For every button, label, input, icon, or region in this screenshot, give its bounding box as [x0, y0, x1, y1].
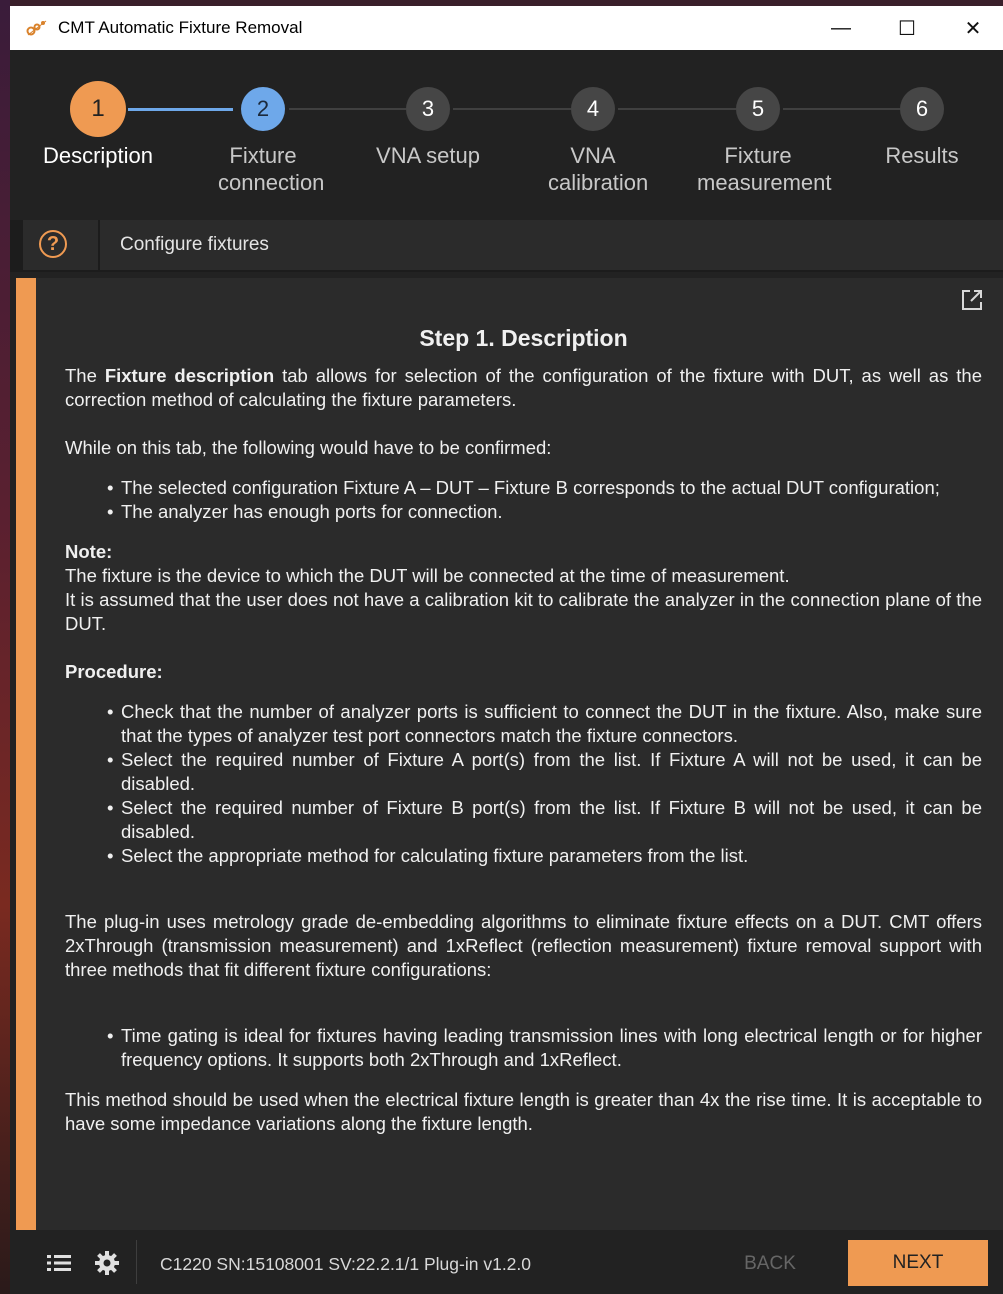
hint-title-box: Configure fixtures	[100, 220, 1003, 270]
step-3-circle[interactable]: 3	[406, 87, 450, 131]
title-bar: CMT Automatic Fixture Removal — ☐ ✕	[10, 6, 1003, 50]
description-document: Step 1. Description The Fixture descript…	[65, 326, 982, 1160]
step-1-label[interactable]: Description	[13, 142, 183, 169]
step-6-label[interactable]: Results	[837, 142, 1003, 169]
doc-heading: Step 1. Description	[419, 325, 628, 351]
gear-icon[interactable]	[94, 1250, 120, 1276]
step-2-label[interactable]: Fixture connection	[178, 142, 348, 196]
app-window: CMT Automatic Fixture Removal — ☐ ✕ 1 2 …	[10, 6, 1003, 1294]
step-connector-5-6	[783, 108, 900, 110]
help-button[interactable]: ?	[23, 220, 98, 270]
list-item: The selected configuration Fixture A – D…	[107, 476, 982, 500]
step-connector-3-4	[453, 108, 571, 110]
hint-bar: ? Configure fixtures	[10, 220, 1003, 272]
next-button[interactable]: NEXT	[848, 1240, 988, 1286]
confirm-lead: While on this tab, the following would h…	[65, 437, 552, 458]
confirm-list: The selected configuration Fixture A – D…	[65, 476, 982, 524]
accent-bar	[16, 278, 36, 1230]
step-connector-1-2	[128, 108, 233, 111]
footer-bar: C1220 SN:15108001 SV:22.2.1/1 Plug-in v1…	[10, 1230, 1003, 1294]
intro-bold: Fixture description	[104, 365, 275, 386]
device-info: C1220 SN:15108001 SV:22.2.1/1 Plug-in v1…	[160, 1254, 532, 1274]
step-connector-2-3	[289, 108, 406, 110]
procedure-list: Check that the number of analyzer ports …	[65, 700, 982, 868]
desktop-background	[0, 0, 10, 1294]
list-item: Select the required number of Fixture B …	[107, 796, 982, 844]
close-button[interactable]: ✕	[941, 6, 1003, 50]
maximize-button[interactable]: ☐	[875, 6, 939, 50]
list-menu-icon[interactable]	[46, 1250, 72, 1276]
procedure-title: Procedure:	[65, 661, 163, 682]
minimize-button[interactable]: —	[809, 6, 873, 50]
note-line-1: The fixture is the device to which the D…	[65, 565, 790, 586]
footer-separator	[136, 1240, 137, 1284]
step-4-circle[interactable]: 4	[571, 87, 615, 131]
wizard-steps: 1 2 3 4 5 6 Description Fixture connecti…	[10, 50, 1003, 220]
step-3-label[interactable]: VNA setup	[343, 142, 513, 169]
gating-list: Time gating is ideal for fixtures having…	[65, 1024, 982, 1072]
list-item: Select the required number of Fixture A …	[107, 748, 982, 796]
intro-paragraph: The Fixture description tab allows for s…	[65, 364, 982, 412]
back-button[interactable]: BACK	[710, 1242, 830, 1286]
step-2-circle[interactable]: 2	[241, 87, 285, 131]
list-item: Time gating is ideal for fixtures having…	[107, 1024, 982, 1072]
help-icon: ?	[39, 230, 67, 258]
method-paragraph: This method should be used when the elec…	[65, 1089, 982, 1134]
note-title: Note:	[65, 541, 113, 562]
step-5-circle[interactable]: 5	[736, 87, 780, 131]
open-external-icon[interactable]	[960, 288, 984, 312]
list-item: Select the appropriate method for calcul…	[107, 844, 982, 868]
step-6-circle[interactable]: 6	[900, 87, 944, 131]
list-item: Check that the number of analyzer ports …	[107, 700, 982, 748]
step-5-label[interactable]: Fixture measurement	[673, 142, 843, 196]
hint-text: Configure fixtures	[120, 234, 269, 255]
list-item: The analyzer has enough ports for connec…	[107, 500, 982, 524]
intro-pre: The	[65, 365, 105, 386]
plugin-paragraph: The plug-in uses metrology grade de-embe…	[65, 911, 982, 980]
app-logo-icon	[26, 20, 47, 36]
window-title: CMT Automatic Fixture Removal	[58, 18, 303, 37]
note-line-2: It is assumed that the user does not hav…	[65, 589, 982, 634]
step-4-label[interactable]: VNA calibration	[508, 142, 678, 196]
step-1-circle[interactable]: 1	[70, 81, 126, 137]
description-panel: Step 1. Description The Fixture descript…	[16, 278, 1003, 1230]
step-connector-4-5	[618, 108, 736, 110]
